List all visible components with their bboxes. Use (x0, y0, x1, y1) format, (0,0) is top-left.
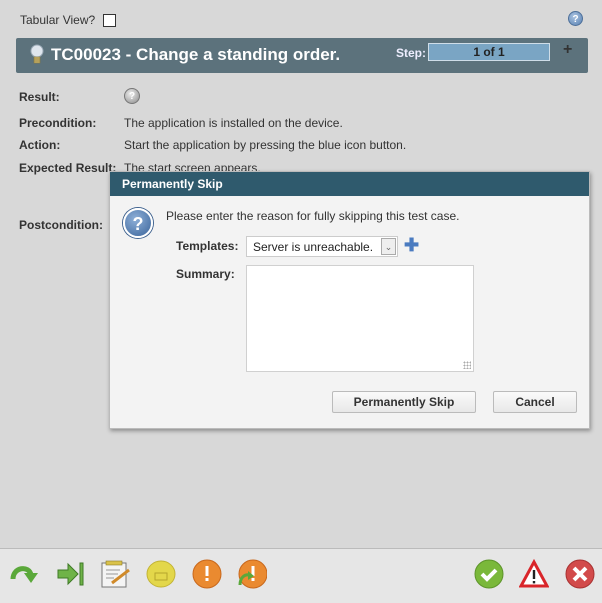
templates-select[interactable]: Server is unreachable. ⌄ (246, 236, 398, 257)
lightbulb-icon (30, 44, 44, 64)
tabular-view-toggle[interactable]: Tabular View? (20, 13, 117, 27)
action-value: Start the application by pressing the bl… (124, 138, 407, 152)
testcase-title: TC00023 - Change a standing order. (51, 45, 341, 64)
hardhat-icon[interactable] (146, 559, 176, 589)
cancel-button[interactable]: Cancel (493, 391, 577, 413)
templates-label: Templates: (176, 239, 239, 253)
expected-result-label: Expected Result: (19, 161, 117, 175)
resize-grip-icon[interactable] (463, 361, 471, 369)
warning-retry-icon[interactable] (237, 559, 267, 589)
dialog-header[interactable]: Permanently Skip (110, 172, 589, 196)
precondition-value: The application is installed on the devi… (124, 116, 343, 130)
result-label: Result: (19, 90, 60, 104)
permanently-skip-button[interactable]: Permanently Skip (332, 391, 476, 413)
result-help-icon[interactable]: ? (124, 88, 140, 104)
tabular-view-label: Tabular View? (20, 13, 96, 27)
summary-textarea[interactable] (246, 265, 474, 372)
postcondition-label: Postcondition: (19, 218, 103, 232)
warning-orange-icon[interactable] (192, 559, 222, 589)
plus-icon[interactable]: + (563, 41, 572, 59)
alert-triangle-icon[interactable] (519, 559, 549, 589)
step-indicator[interactable]: 1 of 1 (428, 43, 550, 61)
summary-label: Summary: (176, 267, 235, 281)
testcase-titlebar: TC00023 - Change a standing order. Step:… (16, 38, 588, 73)
precondition-label: Precondition: (19, 116, 97, 130)
chevron-down-icon[interactable]: ⌄ (381, 238, 396, 255)
notepad-edit-icon[interactable] (100, 559, 130, 589)
bottom-toolbar (0, 548, 602, 603)
help-icon[interactable]: ? (568, 11, 583, 26)
question-icon: ? (123, 208, 153, 238)
dialog-title: Permanently Skip (122, 177, 223, 191)
tabular-view-checkbox[interactable] (103, 13, 117, 27)
redo-arrow-icon[interactable] (9, 559, 39, 589)
permanently-skip-dialog: Permanently Skip ? Please enter the reas… (109, 171, 590, 429)
add-template-icon[interactable]: ✚ (404, 235, 419, 256)
skip-to-end-icon[interactable] (56, 559, 86, 589)
step-label: Step: (396, 46, 426, 60)
dialog-message: Please enter the reason for fully skippi… (166, 209, 460, 223)
pass-check-icon[interactable] (474, 559, 504, 589)
templates-value: Server is unreachable. (253, 240, 374, 254)
action-label: Action: (19, 138, 61, 152)
fail-x-icon[interactable] (565, 559, 595, 589)
